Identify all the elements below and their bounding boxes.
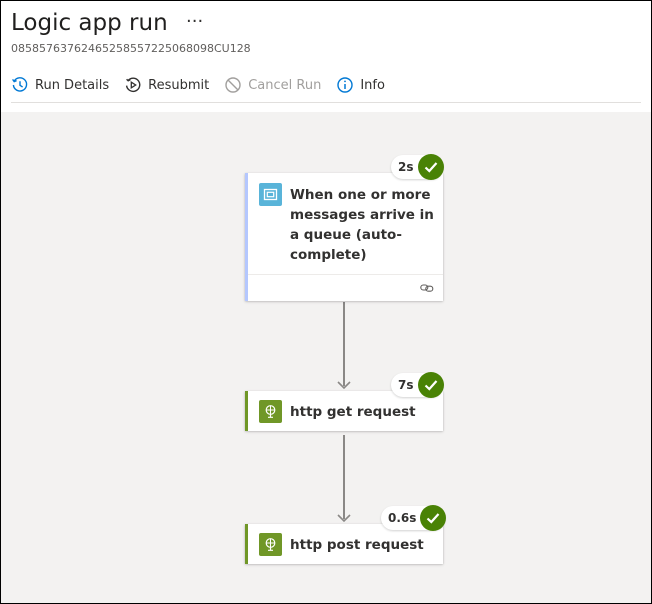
resubmit-button[interactable]: Resubmit [124,76,209,94]
info-button[interactable]: Info [336,76,385,94]
logic-app-run-panel: Logic app run ··· 0858576376246525855722… [0,0,652,604]
status-badge: 2s [391,154,444,180]
cancel-run-button[interactable]: Cancel Run [224,76,321,94]
http-icon [259,533,282,556]
card-accent [245,391,248,431]
card-footer [248,274,443,301]
toolbar-divider [11,102,641,103]
run-details-button[interactable]: Run Details [11,76,109,94]
duration-label: 0.6s [388,511,417,525]
step-title: http get request [290,404,416,420]
info-label: Info [360,77,385,93]
service-bus-icon [259,183,282,206]
resubmit-label: Resubmit [148,77,210,93]
connector-line [343,435,345,519]
http-post-card[interactable]: http post request [245,524,443,564]
trigger-card[interactable]: When one or more messages arrive in a qu… [245,173,443,301]
step-title: When one or more messages arrive in a qu… [290,187,434,263]
checkmark-icon [417,372,444,398]
http-icon [259,400,282,423]
status-badge: 0.6s [381,505,447,531]
duration-label: 7s [398,378,414,392]
connector-line [343,302,345,386]
link-icon[interactable] [420,283,434,293]
more-options-button[interactable]: ··· [186,11,203,32]
arrow-down-icon [337,514,351,523]
info-icon [337,77,354,93]
run-details-label: Run Details [35,77,110,93]
card-accent [245,524,248,564]
duration-label: 2s [398,160,414,174]
history-icon [12,77,28,92]
workflow-canvas: When one or more messages arrive in a qu… [1,112,651,603]
page-title: Logic app run [11,10,168,36]
checkmark-icon [417,154,444,180]
run-id: 08585763762465258557225068098CU128 [11,42,251,55]
step-title: http post request [290,537,424,553]
toolbar: Run Details Resubmit Cancel Run Info [11,73,400,97]
arrow-down-icon [337,381,351,390]
status-badge: 7s [391,372,444,398]
http-get-card[interactable]: http get request [245,391,443,431]
cancel-icon [225,77,241,93]
resubmit-icon [126,77,141,92]
cancel-run-label: Cancel Run [248,77,322,93]
